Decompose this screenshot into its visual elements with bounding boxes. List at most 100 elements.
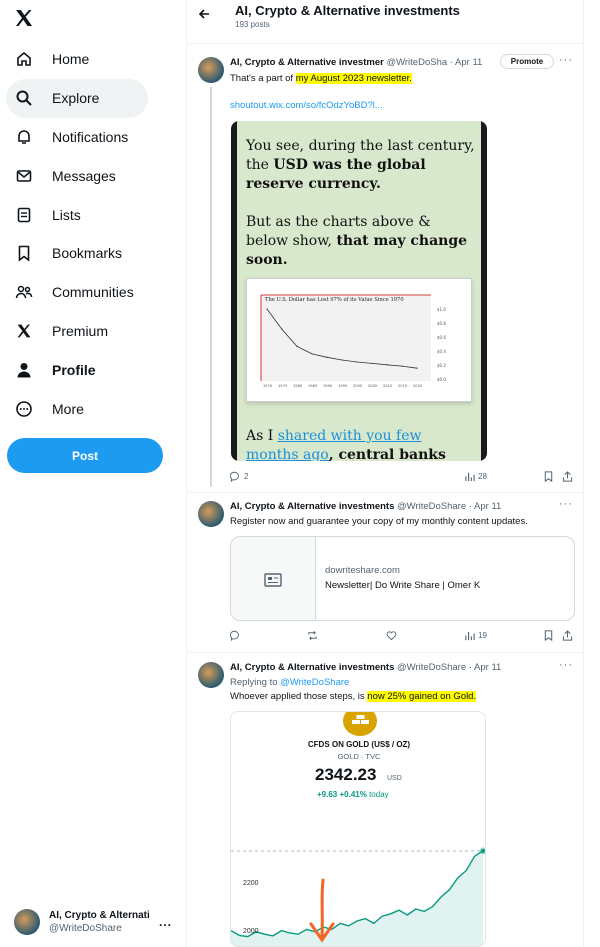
divider bbox=[187, 492, 583, 493]
reply-button[interactable] bbox=[230, 630, 241, 641]
avatar[interactable] bbox=[198, 57, 224, 83]
usd-x-tick: 1980 bbox=[293, 384, 303, 388]
nav-profile[interactable]: Profile bbox=[6, 350, 148, 389]
usd-y-ticks: $1.0 $0.8 $0.6 $0.4 $0.2 $0.0 bbox=[437, 307, 446, 382]
tweet-text: Whoever applied those steps, is now 25% … bbox=[230, 691, 477, 702]
gold-y-tick: 2200 bbox=[243, 880, 259, 887]
more-circle-icon bbox=[14, 399, 34, 419]
nav-notifications[interactable]: Notifications bbox=[6, 118, 148, 157]
nav-more[interactable]: More bbox=[6, 389, 148, 428]
newsletter-line: the USD was the global bbox=[246, 156, 475, 175]
usd-x-tick: 1975 bbox=[278, 384, 287, 388]
newsletter-line: reserve currency. bbox=[246, 175, 475, 194]
author-handle[interactable]: @WriteDoSha bbox=[386, 57, 447, 68]
replying-handle[interactable]: @WriteDoShare bbox=[280, 677, 349, 688]
usd-y-tick: $0.4 bbox=[437, 349, 446, 354]
newsletter-paragraph-1: You see, during the last century, the US… bbox=[246, 137, 475, 194]
x-logo-icon[interactable] bbox=[14, 8, 36, 30]
gold-y-tick: 2000 bbox=[243, 928, 259, 935]
primary-nav: Home Explore Notifications Messages List… bbox=[6, 40, 148, 428]
share-button[interactable] bbox=[562, 630, 573, 641]
newsletter-page: You see, during the last century, the US… bbox=[237, 121, 481, 461]
author-handle[interactable]: @WriteDoShare bbox=[397, 662, 466, 673]
usd-x-tick: 2020 bbox=[413, 384, 423, 388]
bookmark-button[interactable] bbox=[543, 630, 554, 641]
heart-icon bbox=[386, 631, 397, 641]
avatar[interactable] bbox=[198, 501, 224, 527]
share-button[interactable] bbox=[562, 471, 573, 482]
reply-button[interactable]: 2 bbox=[230, 471, 248, 482]
more-dots-icon[interactable]: ··· bbox=[559, 498, 573, 510]
view-count: 19 bbox=[478, 631, 487, 640]
views-button[interactable]: 19 bbox=[464, 630, 487, 641]
usd-x-tick: 1990 bbox=[323, 384, 333, 388]
more-dots-icon[interactable]: ... bbox=[159, 915, 172, 929]
nav-bookmarks[interactable]: Bookmarks bbox=[6, 234, 148, 273]
communities-icon bbox=[14, 282, 34, 302]
usd-point bbox=[386, 364, 388, 366]
nav-premium[interactable]: Premium bbox=[6, 312, 148, 351]
more-dots-icon[interactable]: ··· bbox=[559, 54, 573, 66]
author-handle[interactable]: @WriteDoShare bbox=[397, 501, 466, 512]
nav-home[interactable]: Home bbox=[6, 40, 148, 79]
profile-header: AI, Crypto & Alternative investments 193… bbox=[187, 0, 583, 44]
usd-chart: The U.S. Dollar has Lost 97% of its Valu… bbox=[246, 278, 472, 402]
newsletter-paragraph-2: But as the charts above & below show, th… bbox=[246, 213, 467, 270]
views-button[interactable]: 28 bbox=[464, 471, 487, 482]
newsletter-bold: reserve currency. bbox=[246, 176, 381, 192]
tweet-1-actions: 2 28 bbox=[230, 471, 573, 485]
views-icon bbox=[465, 472, 475, 482]
newsletter-link: months ago bbox=[246, 447, 329, 461]
nav-messages[interactable]: Messages bbox=[6, 156, 148, 195]
tweet-date[interactable]: · Apr 11 bbox=[469, 501, 502, 512]
nav-more-label: More bbox=[52, 400, 84, 417]
author-name[interactable]: AI, Crypto & Alternative investments bbox=[230, 662, 394, 673]
post-button[interactable]: Post bbox=[7, 438, 163, 473]
like-button[interactable] bbox=[386, 630, 397, 641]
tweet-date[interactable]: · Apr 11 bbox=[450, 57, 483, 68]
arrow-left-icon[interactable] bbox=[198, 7, 210, 23]
newsletter-line: below show, that may change bbox=[246, 232, 467, 251]
nav-communities-label: Communities bbox=[52, 284, 134, 301]
gold-chart-svg bbox=[231, 847, 485, 946]
newsletter-image[interactable]: You see, during the last century, the US… bbox=[231, 121, 487, 461]
usd-chart-svg: The U.S. Dollar has Lost 97% of its Valu… bbox=[260, 294, 446, 388]
newsletter-line: months ago, central banks bbox=[246, 446, 446, 461]
promote-button[interactable]: Promote bbox=[500, 54, 554, 69]
tweet-link[interactable]: shoutout.wix.com/so/fcOdzYoBD?l... bbox=[230, 100, 383, 111]
reply-icon bbox=[230, 630, 239, 641]
account-switcher[interactable]: AI, Crypto & Alternati @WriteDoShare ... bbox=[14, 906, 180, 938]
nav-explore[interactable]: Explore bbox=[6, 78, 148, 118]
usd-point bbox=[326, 356, 328, 358]
usd-point bbox=[401, 365, 403, 367]
newsletter-line: But as the charts above & bbox=[246, 214, 431, 230]
author-name[interactable]: AI, Crypto & Alternative investments bbox=[230, 501, 394, 512]
thread-line bbox=[210, 87, 212, 487]
usd-point bbox=[341, 359, 343, 361]
reply-icon bbox=[230, 471, 239, 482]
bell-icon bbox=[14, 127, 34, 147]
highlighted-text: my August 2023 newsletter. bbox=[295, 73, 412, 84]
usd-point bbox=[281, 328, 283, 330]
author-name[interactable]: AI, Crypto & Alternative investmer bbox=[230, 57, 384, 68]
nav-premium-label: Premium bbox=[52, 322, 109, 339]
link-card[interactable]: dowriteshare.com Newsletter| Do Write Sh… bbox=[230, 536, 575, 621]
more-dots-icon[interactable]: ··· bbox=[559, 659, 573, 671]
nav-lists[interactable]: Lists bbox=[6, 195, 148, 234]
avatar[interactable] bbox=[198, 662, 224, 688]
tweet-date[interactable]: · Apr 11 bbox=[469, 662, 502, 673]
reply-count: 2 bbox=[244, 472, 249, 481]
tweet-header: AI, Crypto & Alternative investmer @Writ… bbox=[230, 57, 482, 68]
usd-point bbox=[356, 361, 358, 363]
nav-communities[interactable]: Communities bbox=[6, 273, 148, 312]
repost-button[interactable] bbox=[307, 630, 318, 641]
tweet-text: Register now and guarantee your copy of … bbox=[230, 516, 528, 527]
newsletter-line: You see, during the last century, bbox=[246, 138, 475, 154]
person-icon bbox=[14, 360, 34, 380]
usd-x-tick: 1970 bbox=[263, 384, 273, 388]
bookmark-button[interactable] bbox=[543, 471, 554, 482]
gold-chart-image[interactable]: CFDS ON GOLD (US$ / OZ) GOLD · TVC 2342.… bbox=[230, 711, 486, 947]
chart-plot-bg bbox=[261, 295, 431, 381]
x-logo-icon bbox=[14, 321, 34, 341]
bookmark-icon bbox=[544, 630, 553, 641]
